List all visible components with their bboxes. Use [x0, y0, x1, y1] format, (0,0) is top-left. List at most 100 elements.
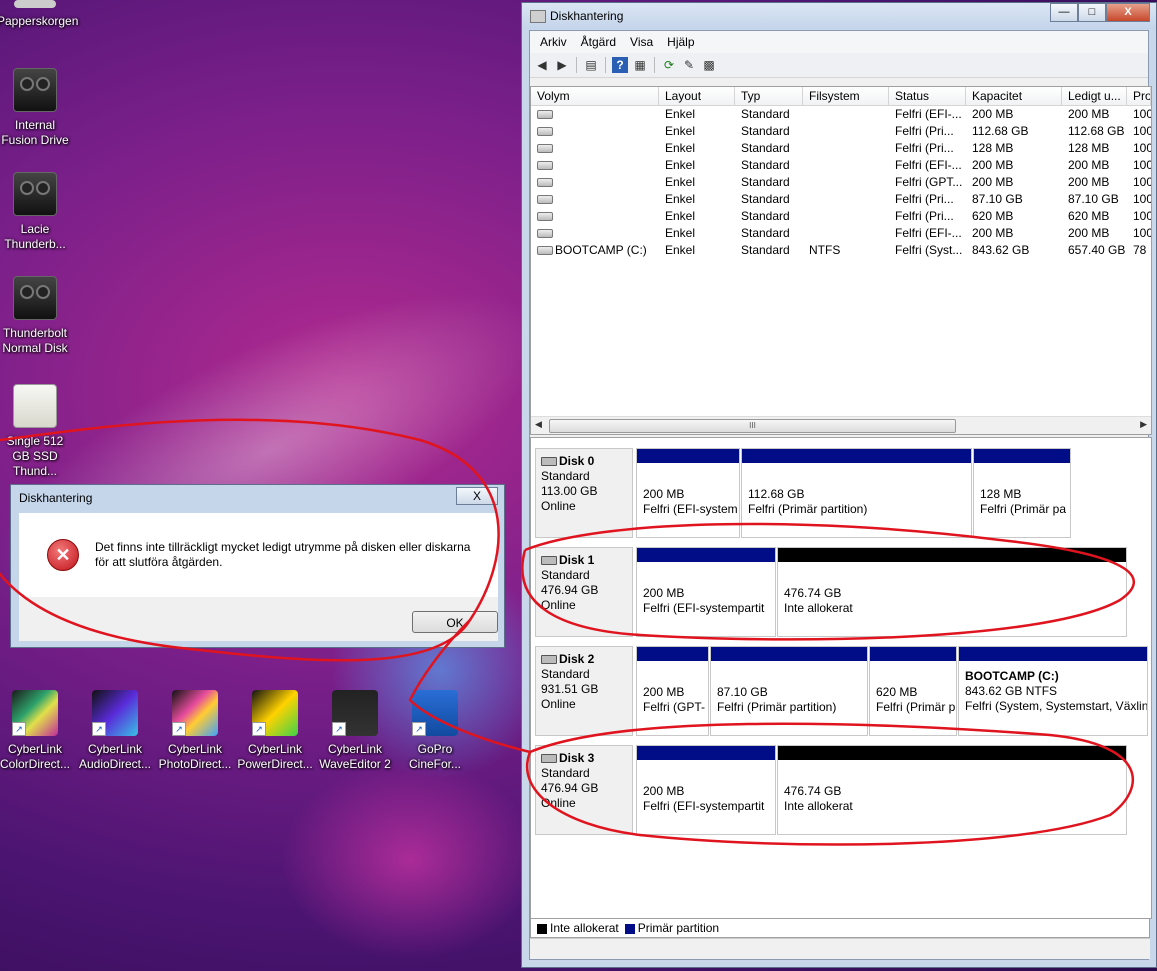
column-header[interactable]: Layout — [659, 87, 735, 105]
desktop-icon-label: Single 512 GB SSD Thund... — [6, 434, 64, 478]
column-header[interactable]: Status — [889, 87, 966, 105]
shortcut-arrow-icon: ↗ — [12, 722, 26, 736]
partition-status: Felfri (EFI-system — [643, 502, 738, 516]
help-icon[interactable]: ? — [612, 57, 628, 73]
app-shortcut-4[interactable]: ↗ CyberLink WaveEditor 2 — [317, 690, 393, 772]
rescan-icon[interactable]: ▩ — [701, 57, 717, 73]
table-row[interactable]: Enkel Standard Felfri (EFI-... 200 MB 200 MB… — [531, 157, 1151, 174]
error-dialog: Diskhantering X ✕ Det finns inte tillräc… — [10, 484, 505, 648]
external-disk-icon — [13, 68, 57, 112]
ok-button[interactable]: OK — [412, 611, 498, 633]
volume-cell — [531, 225, 659, 242]
window-titlebar[interactable]: Diskhantering — □ X — [522, 3, 1156, 29]
desktop-icon-2[interactable]: Lacie Thunderb... — [0, 172, 73, 252]
table-cell: 843.62 GB — [972, 243, 1030, 257]
waveeditor-icon: ↗ — [332, 690, 378, 736]
partition-status: Felfri (EFI-systempartit — [643, 601, 765, 615]
primary-partition[interactable]: 128 MB Felfri (Primär pa — [973, 448, 1071, 538]
scroll-left-icon[interactable]: ◀ — [535, 419, 542, 430]
partition-status: Felfri (EFI-systempartit — [643, 799, 765, 813]
maximize-button[interactable]: □ — [1078, 3, 1106, 22]
properties-pane-icon[interactable]: ▦ — [632, 57, 648, 73]
app-shortcut-5[interactable]: ↗ GoPro CineFor... — [397, 690, 473, 772]
column-header[interactable]: Volym — [531, 87, 659, 105]
app-shortcut-label: CyberLink WaveEditor 2 — [319, 742, 391, 771]
primary-partition[interactable]: 200 MB Felfri (EFI-system — [636, 448, 740, 538]
menu-item-1[interactable]: Åtgärd — [574, 35, 623, 49]
app-shortcut-1[interactable]: ↗ CyberLink AudioDirect... — [77, 690, 153, 772]
app-shortcut-2[interactable]: ↗ CyberLink PhotoDirect... — [157, 690, 233, 772]
table-cell: Standard — [741, 175, 790, 189]
column-header[interactable]: Typ — [735, 87, 803, 105]
table-row[interactable]: Enkel Standard Felfri (Pri... 620 MB 620 MB 1… — [531, 208, 1151, 225]
partition-text: 200 MB Felfri (GPT- — [637, 661, 708, 715]
disk-name: Disk 2 — [559, 652, 595, 666]
primary-partition[interactable]: 112.68 GB Felfri (Primär partition) — [741, 448, 972, 538]
table-row[interactable]: BOOTCAMP (C:) Enkel Standard NTFS Felfri (Sy… — [531, 242, 1151, 259]
disk-type: Standard — [541, 667, 590, 681]
desktop-icon-1[interactable]: Internal Fusion Drive — [0, 68, 73, 148]
unallocated-partition[interactable]: 476.74 GB Inte allokerat — [777, 547, 1127, 637]
menu-item-2[interactable]: Visa — [623, 35, 660, 49]
desktop-icon-0[interactable]: Papperskorgen — [0, 0, 78, 29]
volume-cell — [531, 191, 659, 208]
partition-size: 200 MB — [643, 487, 685, 501]
refresh-icon[interactable]: ⟳ — [661, 57, 677, 73]
column-header[interactable]: Ledigt u... — [1062, 87, 1127, 105]
table-row[interactable]: Enkel Standard Felfri (GPT... 200 MB 200 MB 1… — [531, 174, 1151, 191]
table-cell: 100 — [1133, 226, 1151, 240]
forward-arrow-icon[interactable]: ▶ — [554, 57, 570, 73]
close-button[interactable]: X — [1106, 3, 1150, 22]
app-shortcut-0[interactable]: ↗ CyberLink ColorDirect... — [0, 690, 73, 772]
primary-partition[interactable]: 87.10 GB Felfri (Primär partition) — [710, 646, 868, 736]
legend-item: Primär partition — [624, 921, 719, 935]
column-header[interactable]: Kapacitet — [966, 87, 1062, 105]
table-cell: 112.68 GB — [972, 124, 1029, 138]
app-shortcut-3[interactable]: ↗ CyberLink PowerDirect... — [237, 690, 313, 772]
properties-icon[interactable]: ✎ — [681, 57, 697, 73]
primary-partition[interactable]: 200 MB Felfri (GPT- — [636, 646, 709, 736]
shortcut-arrow-icon: ↗ — [252, 722, 266, 736]
disk-state: Online — [541, 796, 576, 810]
table-row[interactable]: Enkel Standard Felfri (Pri... 87.10 GB 87.10… — [531, 191, 1151, 208]
volume-icon — [537, 212, 553, 222]
disk-graphic-view: Disk 0 Standard 113.00 GB Online 200 MB Felfr… — [530, 437, 1152, 919]
column-header[interactable]: Pro — [1127, 87, 1151, 105]
desktop-icon-3[interactable]: Thunderbolt Normal Disk — [0, 276, 73, 356]
unallocated-partition[interactable]: 476.74 GB Inte allokerat — [777, 745, 1127, 835]
external-disk-icon — [13, 172, 57, 216]
primary-partition[interactable]: 620 MB Felfri (Primär p — [869, 646, 957, 736]
table-cell: Enkel — [665, 192, 696, 206]
desktop-icon-4[interactable]: Single 512 GB SSD Thund... — [0, 384, 73, 479]
partition-size: 200 MB — [643, 586, 685, 600]
scroll-right-icon[interactable]: ▶ — [1140, 419, 1147, 430]
disk-size: 113.00 GB — [541, 484, 598, 498]
back-arrow-icon[interactable]: ◀ — [534, 57, 550, 73]
disk-label[interactable]: Disk 0 Standard 113.00 GB Online — [535, 448, 633, 538]
menu-item-3[interactable]: Hjälp — [660, 35, 701, 49]
minimize-button[interactable]: — — [1050, 3, 1078, 22]
app-shortcut-label: CyberLink PhotoDirect... — [158, 742, 232, 771]
dialog-close-button[interactable]: X — [456, 487, 498, 505]
table-cell: Standard — [741, 107, 790, 121]
horizontal-scrollbar[interactable]: ◀ III ▶ — [531, 416, 1151, 434]
menu-item-0[interactable]: Arkiv — [533, 35, 574, 49]
shortcut-arrow-icon: ↗ — [92, 722, 106, 736]
primary-partition[interactable]: BOOTCAMP (C:) 843.62 GB NTFS Felfri (Syste… — [958, 646, 1148, 736]
table-row[interactable]: Enkel Standard Felfri (Pri... 128 MB 128 MB 1… — [531, 140, 1151, 157]
table-cell: 112.68 GB — [1068, 124, 1125, 138]
disk-label[interactable]: Disk 3 Standard 476.94 GB Online — [535, 745, 633, 835]
window-client-area: Arkiv Åtgärd Visa Hjälp ◀ ▶ ▤ ? ▦ ⟳ ✎ ▩ Vol… — [529, 30, 1152, 960]
primary-partition[interactable]: 200 MB Felfri (EFI-systempartit — [636, 745, 776, 835]
disk-label[interactable]: Disk 2 Standard 931.51 GB Online — [535, 646, 633, 736]
table-row[interactable]: Enkel Standard Felfri (Pri... 112.68 GB 112.… — [531, 123, 1151, 140]
table-row[interactable]: Enkel Standard Felfri (EFI-... 200 MB 200 MB… — [531, 106, 1151, 123]
disk-label[interactable]: Disk 1 Standard 476.94 GB Online — [535, 547, 633, 637]
table-row[interactable]: Enkel Standard Felfri (EFI-... 200 MB 200 MB… — [531, 225, 1151, 242]
scrollbar-thumb[interactable]: III — [549, 419, 956, 433]
gopro-icon: ↗ — [412, 690, 458, 736]
partition-status: Inte allokerat — [784, 601, 853, 615]
show-hide-pane-icon[interactable]: ▤ — [583, 57, 599, 73]
primary-partition[interactable]: 200 MB Felfri (EFI-systempartit — [636, 547, 776, 637]
column-header[interactable]: Filsystem — [803, 87, 889, 105]
